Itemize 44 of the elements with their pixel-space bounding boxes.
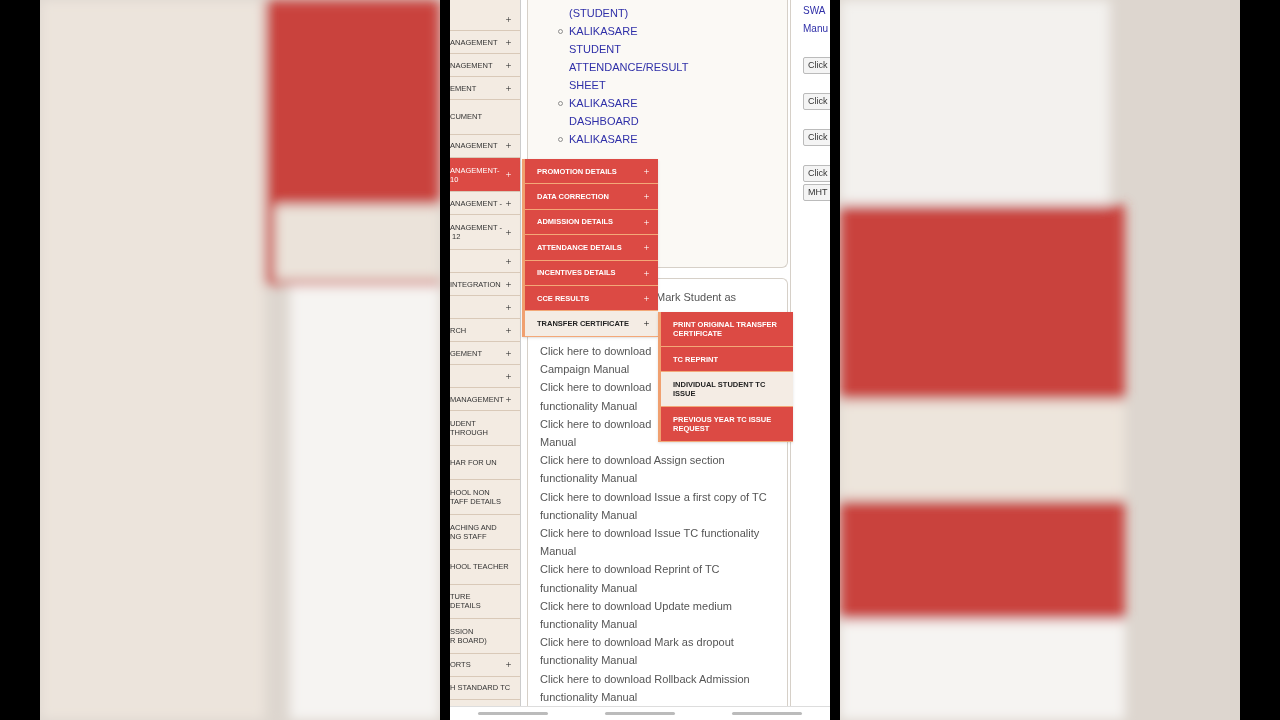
manual-link[interactable]: Click here to download Rollback Admission functionality Manual xyxy=(540,669,787,707)
list-link[interactable]: KALIKASARE xyxy=(569,130,687,148)
plus-icon xyxy=(643,294,650,302)
plus-icon xyxy=(643,244,650,252)
plus-icon xyxy=(505,257,512,265)
plus-icon xyxy=(505,15,512,23)
link-text[interactable]: Manu xyxy=(803,20,830,38)
plus-icon xyxy=(505,228,512,236)
plus-icon xyxy=(505,61,512,69)
plus-icon xyxy=(505,349,512,357)
plus-icon xyxy=(505,326,512,334)
plus-icon xyxy=(505,661,512,669)
plus-icon xyxy=(643,193,650,201)
plus-icon xyxy=(505,280,512,288)
plus-icon xyxy=(643,168,650,175)
plus-icon xyxy=(643,320,650,328)
bullet-icon xyxy=(558,101,563,106)
list-link[interactable]: KALIKASARE DASHBOARD xyxy=(569,94,687,130)
manual-link[interactable]: Click here to download Reprint of TC functionality Manual xyxy=(540,560,787,597)
download-button[interactable]: Click xyxy=(803,57,830,74)
download-button[interactable]: MHT xyxy=(803,184,830,201)
manual-link[interactable]: Click here to download Issue TC functionality Manual xyxy=(540,524,787,561)
download-button[interactable]: Click xyxy=(803,93,830,110)
plus-icon xyxy=(643,269,650,277)
plus-icon xyxy=(505,199,512,207)
manual-link[interactable]: Click here to download Update medium functionality Manual xyxy=(540,596,787,634)
plus-icon xyxy=(505,303,512,311)
bullet-icon xyxy=(558,137,563,142)
download-button[interactable]: Click xyxy=(803,165,830,182)
download-button[interactable]: Click xyxy=(803,129,830,146)
manual-link[interactable]: Click here to download Assign section functionality Manual xyxy=(540,451,787,488)
plus-icon xyxy=(505,38,512,46)
plus-icon xyxy=(505,142,512,150)
plus-icon xyxy=(505,372,512,380)
plus-icon xyxy=(643,218,650,226)
bullet-icon xyxy=(558,29,563,34)
list-link[interactable]: (STUDENT) xyxy=(569,4,687,22)
manual-link[interactable]: Click here to download Mark as dropout functionality Manual xyxy=(540,633,787,670)
plus-icon xyxy=(505,395,512,403)
link-text[interactable]: SWA xyxy=(803,2,830,20)
plus-icon xyxy=(505,84,512,92)
list-link[interactable]: KALIKASARE STUDENT ATTENDANCE/RESULT SHEET xyxy=(569,22,687,94)
manual-link[interactable]: Click here to download Issue a first copy of TC functionality Manual xyxy=(540,487,787,525)
plus-icon xyxy=(505,171,512,179)
